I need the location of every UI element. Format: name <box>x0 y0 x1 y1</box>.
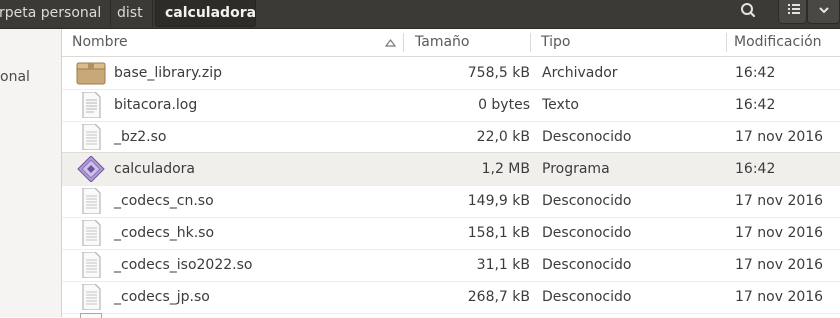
file-name: _codecs_hk.so <box>114 225 215 241</box>
file-modified: 16:42 <box>735 161 776 177</box>
file-modified: 16:42 <box>735 65 776 81</box>
search-button[interactable] <box>729 0 769 24</box>
file-name: _codecs_jp.so <box>114 289 210 305</box>
file-type: Desconocido <box>542 257 632 273</box>
generic-file-icon <box>76 219 106 247</box>
executable-icon <box>76 155 106 183</box>
file-row[interactable]: _bz2.so 22,0 kB Desconocido 17 nov 2016 <box>62 121 840 154</box>
breadcrumb-calculadora[interactable]: calculadora <box>155 0 256 27</box>
toolbar: rpeta personal dist calculadora <box>0 0 840 29</box>
generic-file-icon <box>76 123 106 151</box>
list-view-button[interactable] <box>778 0 807 24</box>
sidebar: onal <box>0 29 62 317</box>
file-size: 22,0 kB <box>476 129 530 145</box>
file-size: 149,9 kB <box>467 193 530 209</box>
file-size: 758,5 kB <box>467 65 530 81</box>
sort-ascending-icon <box>385 39 396 47</box>
file-type: Programa <box>542 161 610 177</box>
archive-icon <box>76 60 106 86</box>
file-row[interactable]: base_library.zip 758,5 kB Archivador 16:… <box>62 57 840 90</box>
generic-file-icon <box>76 251 106 279</box>
file-type: Desconocido <box>542 193 632 209</box>
column-header-name[interactable]: Nombre <box>72 29 128 56</box>
text-file-icon <box>76 91 106 119</box>
file-name: _bz2.so <box>114 129 167 145</box>
file-size: 158,1 kB <box>467 225 530 241</box>
file-size: 31,1 kB <box>476 257 530 273</box>
file-modified: 17 nov 2016 <box>735 225 824 241</box>
file-type: Desconocido <box>542 129 632 145</box>
file-name: base_library.zip <box>114 65 222 81</box>
file-list: Nombre Tamaño Tipo Modificación base_lib… <box>62 29 840 318</box>
column-header-size[interactable]: Tamaño <box>415 29 469 56</box>
file-modified: 17 nov 2016 <box>735 257 824 273</box>
generic-file-icon <box>76 283 106 311</box>
file-type: Desconocido <box>542 225 632 241</box>
sidebar-item-personal[interactable]: onal <box>0 69 30 85</box>
breadcrumb-dist[interactable]: dist <box>108 0 153 27</box>
column-divider[interactable] <box>726 33 727 52</box>
file-name: _codecs_cn.so <box>114 193 214 209</box>
breadcrumb-home[interactable]: rpeta personal <box>0 0 112 27</box>
file-modified: 16:42 <box>735 97 776 113</box>
file-row-selected[interactable]: calculadora 1,2 MB Programa 16:42 <box>62 152 840 186</box>
file-size: 0 bytes <box>478 97 530 113</box>
file-size: 268,7 kB <box>467 289 530 305</box>
view-options-button[interactable] <box>807 0 840 24</box>
file-row[interactable]: _codecs_iso2022.so 31,1 kB Desconocido 1… <box>62 249 840 282</box>
file-modified: 17 nov 2016 <box>735 193 824 209</box>
file-name: calculadora <box>114 161 195 177</box>
file-name: _codecs_iso2022.so <box>114 257 253 273</box>
file-type: Texto <box>542 97 579 113</box>
file-row[interactable]: _codecs_cn.so 149,9 kB Desconocido 17 no… <box>62 185 840 218</box>
column-divider[interactable] <box>403 33 404 52</box>
chevron-down-icon <box>819 7 829 14</box>
file-row[interactable]: bitacora.log 0 bytes Texto 16:42 <box>62 89 840 122</box>
file-type: Archivador <box>542 65 618 81</box>
column-header-type[interactable]: Tipo <box>541 29 570 56</box>
column-divider[interactable] <box>530 33 531 52</box>
file-modified: 17 nov 2016 <box>735 289 824 305</box>
file-row[interactable]: _codecs_jp.so 268,7 kB Desconocido 17 no… <box>62 281 840 314</box>
search-icon <box>741 3 756 18</box>
file-type: Desconocido <box>542 289 632 305</box>
list-view-icon <box>788 4 800 14</box>
file-size: 1,2 MB <box>481 161 530 177</box>
generic-file-icon <box>76 187 106 215</box>
partial-file-icon <box>80 313 102 318</box>
file-name: bitacora.log <box>114 97 198 113</box>
column-header-modified[interactable]: Modificación <box>734 29 822 56</box>
column-header-row: Nombre Tamaño Tipo Modificación <box>62 29 840 57</box>
file-row[interactable]: _codecs_hk.so 158,1 kB Desconocido 17 no… <box>62 217 840 250</box>
file-modified: 17 nov 2016 <box>735 129 824 145</box>
